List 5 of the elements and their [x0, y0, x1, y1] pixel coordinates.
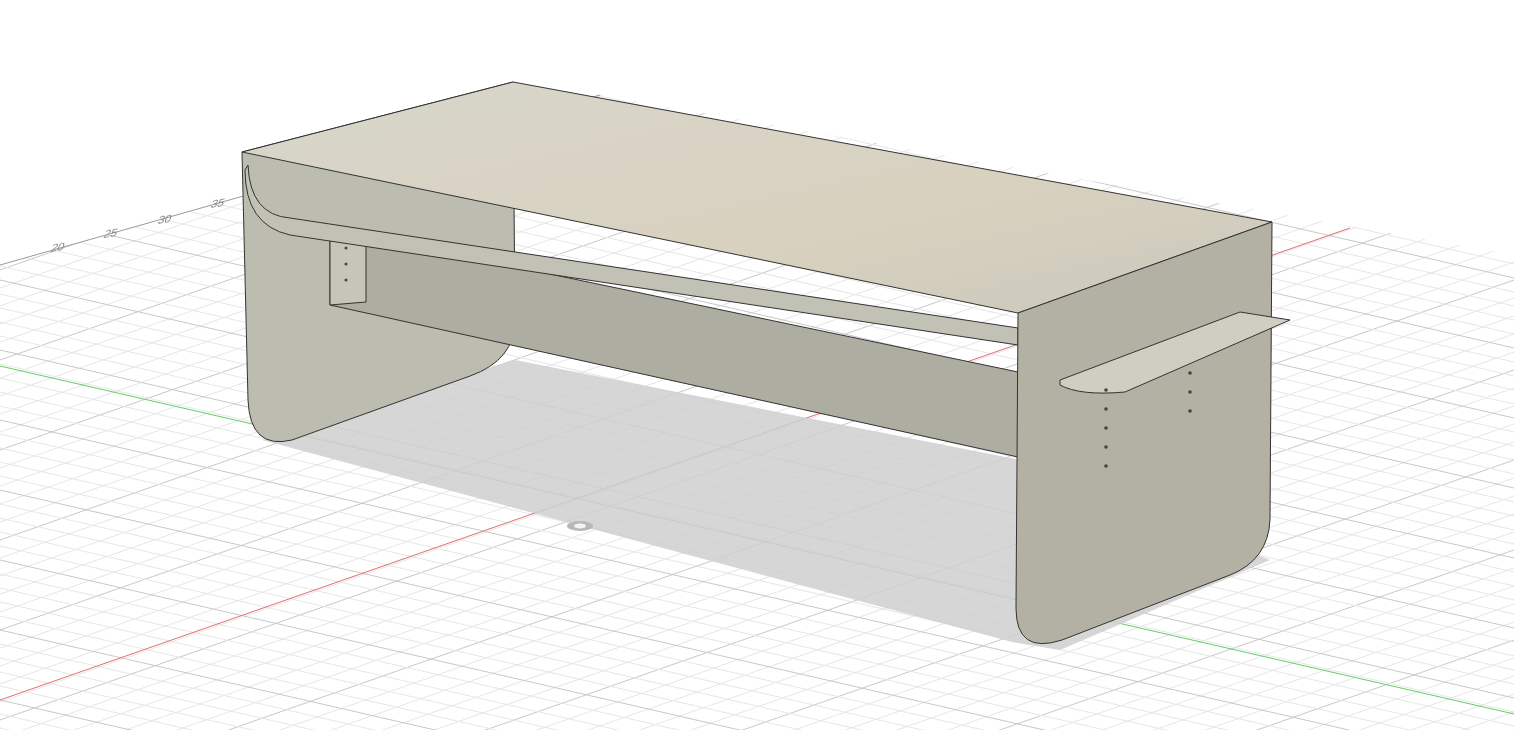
grid-label: 25 — [102, 225, 120, 240]
grid-label: 30 — [156, 211, 174, 226]
origin-icon — [567, 521, 593, 531]
grid-label: 20 — [49, 239, 67, 254]
grid-label: 35 — [209, 195, 227, 210]
